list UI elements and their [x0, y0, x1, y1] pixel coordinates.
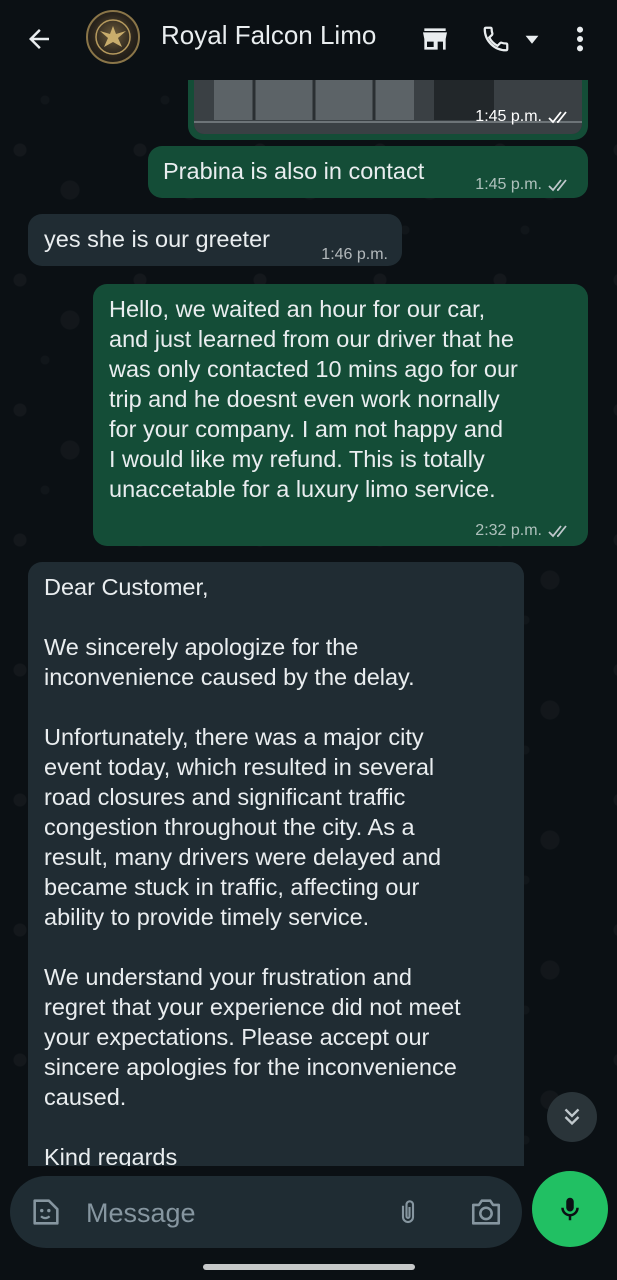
sticker-emoji-icon[interactable] [26, 1192, 66, 1232]
message-meta: 1:45 p.m. [475, 170, 572, 200]
home-indicator [203, 1264, 415, 1270]
message-text: Prabina is also in contact [163, 158, 425, 184]
message-text: yes she is our greeter [44, 226, 270, 252]
storefront-icon[interactable] [416, 20, 454, 58]
message-bubble-incoming[interactable]: Dear Customer, We sincerely apologize fo… [28, 562, 524, 1166]
read-ticks-icon [548, 525, 567, 538]
scroll-to-bottom-button[interactable] [547, 1092, 597, 1142]
read-ticks-icon [548, 111, 567, 124]
message-bubble-outgoing[interactable]: Prabina is also in contact 1:45 p.m. [148, 146, 588, 198]
message-meta: 1:45 p.m. [475, 108, 572, 126]
chat-screen: Royal Falcon Limo 1:45 p.m. Prabina is a… [0, 0, 617, 1280]
double-chevron-down-icon [564, 1108, 580, 1126]
read-ticks-icon [548, 179, 567, 192]
message-time: 1:46 p.m. [321, 246, 388, 263]
message-input[interactable] [84, 1192, 378, 1234]
message-text: Dear Customer, We sincerely apologize fo… [44, 574, 461, 1166]
phone-icon[interactable] [477, 20, 515, 58]
message-time: 2:32 p.m. [475, 522, 542, 539]
back-arrow-icon[interactable] [22, 22, 56, 56]
message-meta: 2:32 p.m. [475, 516, 572, 546]
message-time: 1:45 p.m. [475, 176, 542, 193]
more-vert-icon[interactable] [562, 20, 598, 58]
microphone-button[interactable] [532, 1171, 608, 1247]
chat-header: Royal Falcon Limo [0, 0, 617, 80]
camera-icon[interactable] [465, 1192, 507, 1232]
message-bubble-outgoing[interactable]: Hello, we waited an hour for our car, an… [93, 284, 588, 546]
falcon-logo-icon [95, 19, 131, 55]
contact-name[interactable]: Royal Falcon Limo [161, 20, 376, 51]
message-bubble-incoming[interactable]: yes she is our greeter 1:46 p.m. [28, 214, 402, 266]
avatar[interactable] [86, 10, 140, 64]
microphone-icon [561, 1197, 579, 1221]
paperclip-icon[interactable] [388, 1192, 428, 1232]
dropdown-caret-icon[interactable] [520, 20, 544, 58]
message-meta: 1:46 p.m. [321, 240, 388, 270]
message-time: 1:45 p.m. [475, 108, 542, 125]
message-text: Hello, we waited an hour for our car, an… [109, 296, 518, 502]
